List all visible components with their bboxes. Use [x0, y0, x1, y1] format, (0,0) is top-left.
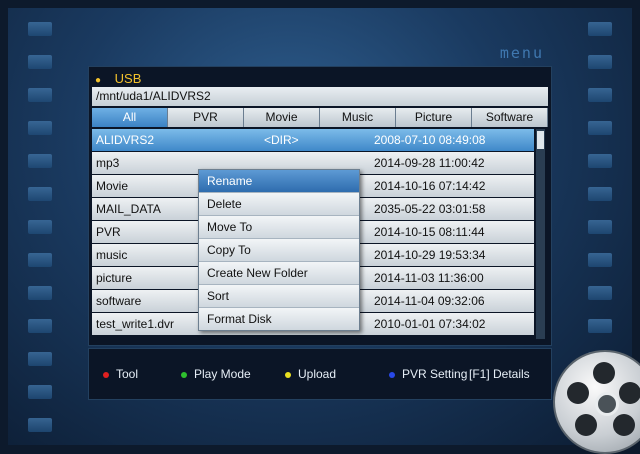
film-hole: [588, 319, 612, 333]
film-hole: [28, 286, 52, 300]
film-hole: [28, 220, 52, 234]
file-name: Movie: [96, 179, 129, 193]
film-hole: [28, 385, 52, 399]
help-label: [F1] Details: [469, 367, 530, 381]
menu-item-copy-to[interactable]: Copy To: [199, 239, 359, 262]
reel-slot: [567, 382, 589, 404]
file-name: picture: [96, 271, 133, 285]
film-hole: [28, 319, 52, 333]
help-bar: Tool Play Mode Upload PVR Setting [F1] Detai…: [88, 348, 552, 400]
file-name: MAIL_DATA: [96, 202, 161, 216]
menu-item-sort[interactable]: Sort: [199, 285, 359, 308]
film-hole: [28, 253, 52, 267]
tab-music[interactable]: Music: [320, 108, 396, 127]
film-hole: [28, 352, 52, 366]
film-hole: [588, 55, 612, 69]
file-date: 2035-05-22 03:01:58: [374, 202, 486, 216]
file-name: test_write1.dvr: [96, 317, 175, 331]
reel-hub: [595, 392, 619, 416]
film-hole: [28, 187, 52, 201]
help-hint: Upload: [285, 367, 336, 381]
reel-slot: [613, 414, 635, 436]
help-hint: Play Mode: [181, 367, 251, 381]
scrollbar-thumb[interactable]: [537, 131, 544, 149]
help-label: Upload: [298, 367, 337, 381]
context-menu: Rename Delete Move To Copy To Create New Fol…: [198, 169, 360, 331]
reel-slot: [619, 382, 640, 404]
blue-dot-icon: [389, 371, 395, 378]
film-strip-left: [22, 8, 58, 445]
file-name: software: [96, 294, 142, 308]
file-name: mp3: [96, 156, 120, 170]
green-dot-icon: [181, 371, 187, 378]
film-hole: [588, 22, 612, 36]
yellow-dot-icon: [285, 371, 291, 378]
menu-item-create-new-folder[interactable]: Create New Folder: [199, 262, 359, 285]
scrollbar[interactable]: [536, 129, 545, 339]
menu-item-rename[interactable]: Rename: [199, 170, 359, 193]
menu-brand-label: menu: [499, 44, 544, 62]
film-hole: [588, 286, 612, 300]
film-hole: [588, 253, 612, 267]
device-label: USB: [114, 71, 142, 86]
file-date: 2008-07-10 08:49:08: [374, 133, 486, 147]
file-date: 2014-09-28 11:00:42: [374, 156, 485, 170]
file-row[interactable]: ALIDVRS2 <DIR> 2008-07-10 08:49:08: [92, 129, 534, 151]
file-type: <DIR>: [264, 133, 299, 147]
file-date: 2014-10-15 08:11:44: [374, 225, 485, 239]
film-hole: [28, 22, 52, 36]
film-hole: [28, 88, 52, 102]
reel-slot: [593, 362, 615, 384]
file-name: ALIDVRS2: [96, 133, 155, 147]
tab-software[interactable]: Software: [472, 108, 548, 127]
help-label: PVR Setting: [402, 367, 468, 381]
menu-item-format-disk[interactable]: Format Disk: [199, 308, 359, 330]
tab-all[interactable]: All: [92, 108, 168, 127]
help-label: Play Mode: [194, 367, 251, 381]
file-name: music: [96, 248, 128, 262]
help-hint: [F1] Details: [469, 367, 530, 381]
file-date: 2010-01-01 07:34:02: [374, 317, 486, 331]
file-name: PVR: [96, 225, 121, 239]
category-tabs: All PVR Movie Music Picture Software: [92, 108, 548, 127]
film-hole: [588, 88, 612, 102]
tab-picture[interactable]: Picture: [396, 108, 472, 127]
film-hole: [28, 121, 52, 135]
help-label: Tool: [116, 367, 139, 381]
file-date: 2014-10-16 07:14:42: [374, 179, 486, 193]
film-hole: [28, 55, 52, 69]
film-hole: [588, 187, 612, 201]
file-date: 2014-11-03 11:36:00: [374, 271, 484, 285]
red-dot-icon: [103, 371, 109, 378]
film-hole: [28, 154, 52, 168]
film-hole: [588, 154, 612, 168]
reel-slot: [575, 414, 597, 436]
tab-movie[interactable]: Movie: [244, 108, 320, 127]
help-hint: PVR Setting: [389, 367, 467, 381]
tab-pvr[interactable]: PVR: [168, 108, 244, 127]
menu-item-move-to[interactable]: Move To: [199, 216, 359, 239]
help-hint: Tool: [103, 367, 138, 381]
device-dot-icon: ●: [95, 75, 102, 86]
film-hole: [588, 121, 612, 135]
device-indicator: ● USB: [95, 71, 141, 86]
path-bar: /mnt/uda1/ALIDVRS2: [92, 87, 548, 106]
file-date: 2014-10-29 19:53:34: [374, 248, 486, 262]
file-date: 2014-11-04 09:32:06: [374, 294, 485, 308]
menu-item-delete[interactable]: Delete: [199, 193, 359, 216]
film-hole: [588, 220, 612, 234]
film-hole: [28, 418, 52, 432]
